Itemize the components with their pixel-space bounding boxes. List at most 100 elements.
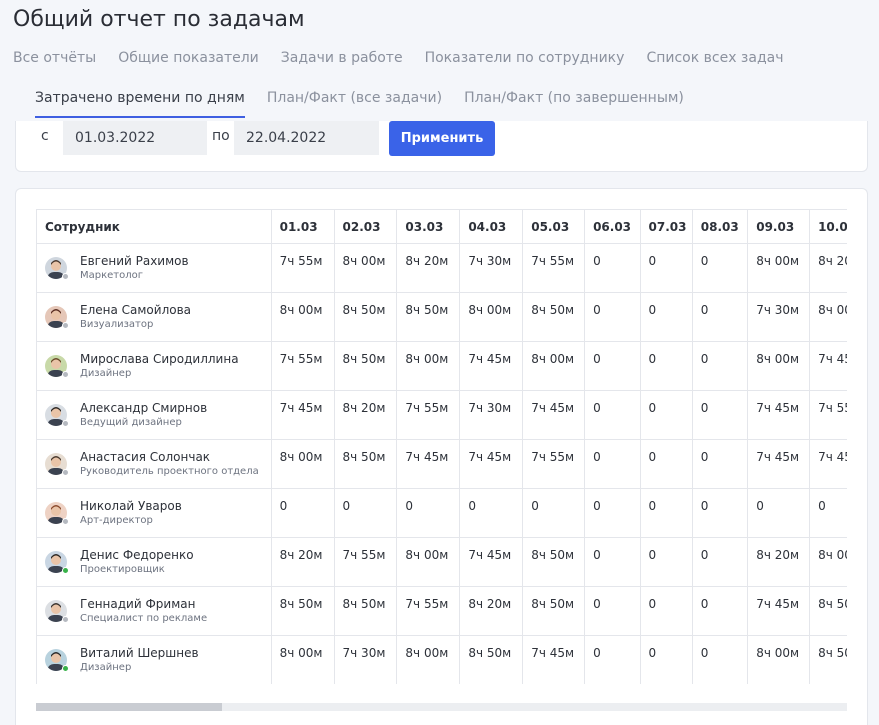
time-cell: 7ч 45м xyxy=(747,439,811,489)
employee-info: Денис Федоренко Проектировщик xyxy=(37,539,270,586)
table-row: Елена Самойлова Визуализатор 8ч 00м 8ч 50м 8… xyxy=(36,292,847,342)
avatar[interactable] xyxy=(45,355,69,378)
status-dot xyxy=(62,518,69,525)
horizontal-scrollbar[interactable] xyxy=(36,703,847,711)
time-cell: 8ч 00м xyxy=(270,292,335,342)
table-header-row: Сотрудник 01.03 02.03 03.03 04.03 05.03 06.03 0… xyxy=(36,209,847,244)
employee-cell: Денис Федоренко Проектировщик xyxy=(36,537,272,587)
time-cell: 7ч 45м xyxy=(522,390,586,440)
time-report-table: Сотрудник 01.03 02.03 03.03 04.03 05.03 06.03 0… xyxy=(36,209,847,684)
employee-text: Елена Самойлова Визуализатор xyxy=(80,303,191,332)
employee-info: Анастасия Солончак Руководитель проектног… xyxy=(37,441,270,488)
time-cell: 0 xyxy=(691,537,749,587)
time-cell: 7ч 30м xyxy=(747,292,811,342)
table-row: Анастасия Солончак Руководитель проектног… xyxy=(36,439,847,489)
time-cell: 8ч 20м xyxy=(270,537,335,587)
tab-row1-1[interactable]: Общие показатели xyxy=(118,50,259,66)
time-cell: 7ч 45м xyxy=(270,390,335,440)
column-header-date: 07.03 xyxy=(639,209,693,244)
time-cell: 8ч 00м xyxy=(809,537,847,587)
tab-row2-0[interactable]: Затрачено времени по дням xyxy=(35,90,245,118)
apply-button[interactable]: Применить xyxy=(389,121,495,156)
employee-text: Николай Уваров Арт-директор xyxy=(80,499,182,528)
status-dot xyxy=(62,469,69,476)
table-row: Евгений Рахимов Маркетолог 7ч 55м 8ч 00м 8ч … xyxy=(36,243,847,293)
employee-name[interactable]: Евгений Рахимов xyxy=(80,254,189,269)
column-header-date: 04.03 xyxy=(459,209,524,244)
employee-info: Елена Самойлова Визуализатор xyxy=(37,294,270,341)
employee-name[interactable]: Анастасия Солончак xyxy=(80,450,259,465)
employee-text: Александр Смирнов Ведущий дизайнер xyxy=(80,401,207,430)
avatar[interactable] xyxy=(45,551,69,574)
table-row: Николай УваровАрт-директор00000000000 xyxy=(36,488,847,538)
time-cell: 0 xyxy=(639,488,693,538)
avatar[interactable] xyxy=(45,649,69,672)
employee-role: Дизайнер xyxy=(80,661,132,673)
time-cell: 7ч 45м xyxy=(396,439,461,489)
status-dot xyxy=(62,322,69,329)
scrollbar-thumb[interactable] xyxy=(36,703,222,711)
table-row: Денис Федоренко Проектировщик 8ч 20м 7ч 55м… xyxy=(36,537,847,587)
tab-row1-2[interactable]: Задачи в работе xyxy=(281,50,403,66)
tab-row1-0[interactable]: Все отчёты xyxy=(13,50,96,66)
to-date-input[interactable]: 22.04.2022 xyxy=(234,121,379,155)
avatar[interactable] xyxy=(45,502,69,525)
employee-name[interactable]: Мирослава Сиродиллина xyxy=(80,352,239,367)
employee-name[interactable]: Виталий Шершнев xyxy=(80,646,199,661)
time-cell: 0 xyxy=(639,390,693,440)
from-date-input[interactable]: 01.03.2022 xyxy=(63,121,207,155)
time-cell: 0 xyxy=(747,488,811,538)
avatar[interactable] xyxy=(45,257,69,280)
status-dot xyxy=(62,371,69,378)
employee-role: Ведущий дизайнер xyxy=(80,416,182,428)
employee-text: Мирослава Сиродиллина Дизайнер xyxy=(80,352,239,381)
tab-row2-2[interactable]: План/Факт (по завершенным) xyxy=(464,90,684,106)
time-cell: 0 xyxy=(691,390,749,440)
employee-name[interactable]: Елена Самойлова xyxy=(80,303,191,318)
employee-info: Александр Смирнов Ведущий дизайнер xyxy=(37,392,270,439)
employee-info: Виталий Шершнев Дизайнер xyxy=(37,637,270,684)
column-header-date: 08.03 xyxy=(691,209,749,244)
time-cell: 8ч 00м xyxy=(522,341,586,391)
table-row: Мирослава Сиродиллина Дизайнер 7ч 55м 8ч 50… xyxy=(36,341,847,391)
avatar[interactable] xyxy=(45,600,69,623)
time-cell: 0 xyxy=(639,537,693,587)
time-cell: 8ч 20м xyxy=(459,586,524,636)
time-cell: 0 xyxy=(639,439,693,489)
column-header-date: 05.03 xyxy=(522,209,586,244)
avatar[interactable] xyxy=(45,306,69,329)
employee-cell: Геннадий Фриман Специалист по рекламе xyxy=(36,586,272,636)
employee-role: Визуализатор xyxy=(80,318,154,330)
status-dot xyxy=(62,665,69,672)
time-cell: 0 xyxy=(584,439,641,489)
tab-row2-1[interactable]: План/Факт (все задачи) xyxy=(267,90,442,106)
time-cell: 0 xyxy=(584,243,641,293)
tab-row1-3[interactable]: Показатели по сотруднику xyxy=(425,50,625,66)
time-cell: 0 xyxy=(639,341,693,391)
avatar[interactable] xyxy=(45,453,69,476)
time-cell: 0 xyxy=(639,292,693,342)
page-header: Общий отчет по задачам Все отчёты Общие п… xyxy=(0,0,879,121)
time-cell: 8ч 50м xyxy=(459,635,524,684)
time-cell: 8ч 00м xyxy=(396,341,461,391)
tab-row1-4[interactable]: Список всех задач xyxy=(646,50,783,66)
column-header-date: 09.03 xyxy=(747,209,811,244)
from-label: с xyxy=(41,128,49,144)
time-cell: 7ч 55м xyxy=(270,341,335,391)
time-cell: 8ч 50м xyxy=(333,292,398,342)
time-cell: 8ч 50м xyxy=(333,586,398,636)
time-cell: 0 xyxy=(691,243,749,293)
time-cell: 8ч 20м xyxy=(333,390,398,440)
employee-name[interactable]: Александр Смирнов xyxy=(80,401,207,416)
employee-name[interactable]: Николай Уваров xyxy=(80,499,182,514)
time-report-card: Сотрудник 01.03 02.03 03.03 04.03 05.03 06.03 0… xyxy=(15,188,868,725)
time-cell: 0 xyxy=(522,488,586,538)
avatar[interactable] xyxy=(45,404,69,427)
employee-name[interactable]: Геннадий Фриман xyxy=(80,597,207,612)
time-cell: 0 xyxy=(691,635,749,684)
time-cell: 0 xyxy=(639,586,693,636)
employee-cell: Николай Уваров Арт-директор xyxy=(36,488,272,538)
employee-name[interactable]: Денис Федоренко xyxy=(80,548,194,563)
table-scroll-area[interactable]: Сотрудник 01.03 02.03 03.03 04.03 05.03 06.03 0… xyxy=(36,209,847,684)
status-dot xyxy=(62,616,69,623)
